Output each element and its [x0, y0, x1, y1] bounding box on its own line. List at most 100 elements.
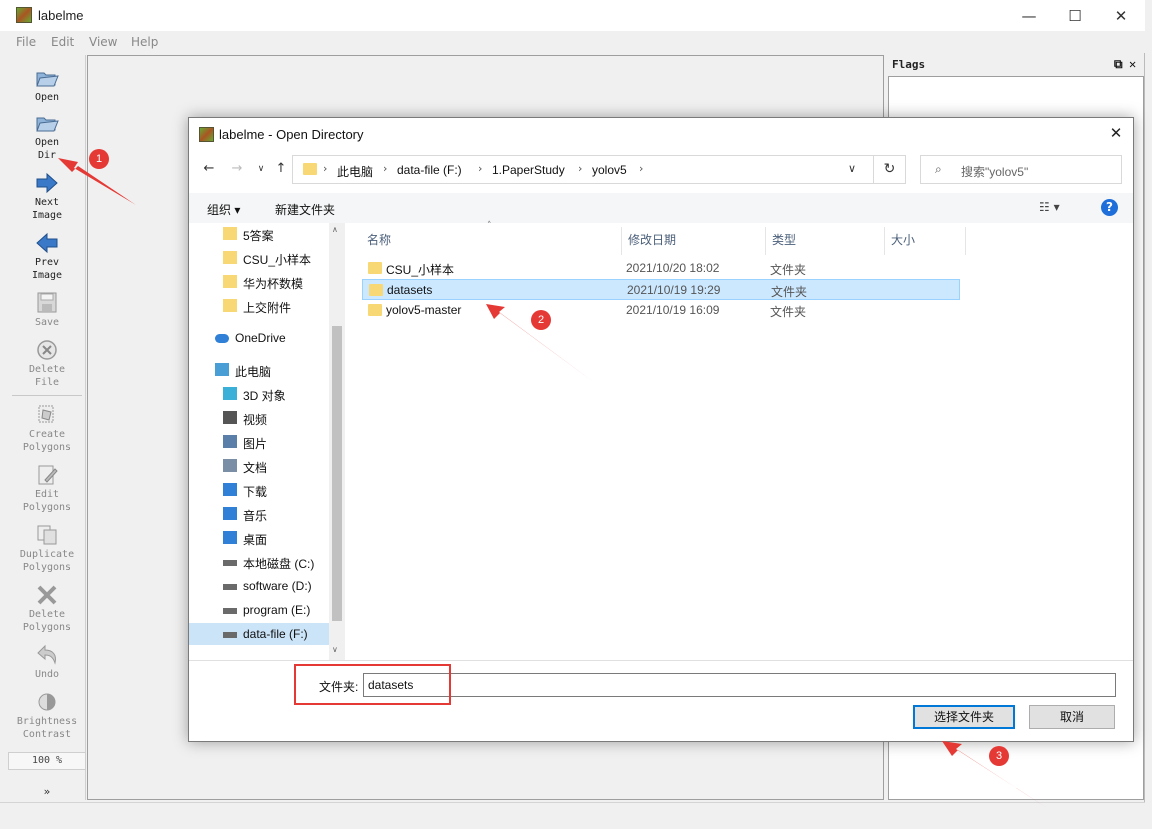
nav-item[interactable]: software (D:): [189, 575, 329, 597]
next-image-button[interactable]: Next Image: [8, 172, 86, 222]
dock-float-button[interactable]: ⧉: [1114, 57, 1123, 72]
nav-item-label: 图片: [243, 437, 268, 451]
folder-name-input[interactable]: datasets: [363, 673, 1116, 697]
dialog-close-button[interactable]: ✕: [1105, 124, 1127, 146]
menu-edit[interactable]: Edit: [51, 35, 74, 49]
column-header-date[interactable]: 修改日期: [628, 231, 676, 248]
annotation-badge-1: 1: [89, 149, 109, 169]
nav-item-label: 华为杯数模: [243, 277, 304, 291]
file-row[interactable]: CSU_小样本 2021/10/20 18:02 文件夹: [362, 258, 960, 279]
nav-item[interactable]: 图片: [189, 431, 329, 453]
nav-item-label: 5答案: [243, 229, 274, 243]
breadcrumb-separator-icon: ›: [478, 162, 483, 175]
flags-title: Flags: [892, 58, 926, 71]
organize-button[interactable]: 组织 ▾: [207, 201, 240, 218]
delete-file-button[interactable]: Delete File: [8, 339, 86, 389]
nav-item[interactable]: 3D 对象: [189, 383, 329, 405]
open-button[interactable]: Open: [8, 67, 86, 104]
up-arrow-icon[interactable]: ↑: [271, 161, 291, 181]
nav-item[interactable]: 下载: [189, 479, 329, 501]
nav-item-label: 桌面: [243, 533, 268, 547]
view-options-icon[interactable]: ☷ ▾: [1039, 200, 1060, 214]
zoom-level-field[interactable]: 100 %: [8, 752, 86, 770]
scrollbar-thumb[interactable]: [332, 326, 342, 621]
nav-item[interactable]: 桌面: [189, 527, 329, 549]
brightness-contrast-button[interactable]: Brightness Contrast: [8, 691, 86, 741]
nav-item[interactable]: 5答案: [189, 223, 329, 245]
menu-view[interactable]: View: [89, 35, 117, 49]
prev-image-button[interactable]: Prev Image: [8, 232, 86, 282]
cancel-button[interactable]: 取消: [1029, 705, 1115, 729]
delete-polygons-label-2: Polygons: [22, 622, 72, 633]
toolbar-extension-button[interactable]: »: [8, 785, 86, 798]
breadcrumb-paperstudy[interactable]: 1.PaperStudy: [492, 163, 565, 177]
menu-help[interactable]: Help: [131, 35, 158, 49]
save-button[interactable]: Save: [8, 292, 86, 329]
divider: [189, 660, 1133, 661]
create-polygons-button[interactable]: Create Polygons: [8, 404, 86, 454]
new-folder-button[interactable]: 新建文件夹: [275, 201, 335, 218]
menu-bar: File Edit View Help: [0, 31, 1145, 53]
download-icon: [223, 483, 237, 496]
navigation-scrollbar[interactable]: ∧ ∨: [329, 223, 345, 660]
scroll-down-icon[interactable]: ∨: [332, 645, 338, 654]
delete-icon: [37, 585, 57, 605]
breadcrumb-this-pc[interactable]: 此电脑: [337, 163, 373, 180]
computer-icon: [215, 363, 229, 376]
nav-item[interactable]: 华为杯数模: [189, 271, 329, 293]
undo-icon: [37, 644, 56, 665]
duplicate-polygons-label-2: Polygons: [22, 562, 72, 573]
drive-icon: [223, 608, 237, 614]
folder-open-icon: [36, 72, 59, 87]
edit-polygons-button[interactable]: Edit Polygons: [8, 464, 86, 514]
nav-item[interactable]: CSU_小样本: [189, 247, 329, 269]
breadcrumb-drive[interactable]: data-file (F:): [397, 163, 462, 177]
duplicate-polygons-button[interactable]: Duplicate Polygons: [8, 524, 86, 574]
nav-item-label: 3D 对象: [243, 389, 286, 403]
dock-close-button[interactable]: ✕: [1129, 57, 1136, 71]
nav-item[interactable]: data-file (F:): [189, 623, 329, 645]
undo-button[interactable]: Undo: [8, 644, 86, 681]
nav-item[interactable]: program (E:): [189, 599, 329, 621]
nav-item[interactable]: 音乐: [189, 503, 329, 525]
folder-icon: [368, 304, 382, 316]
delete-polygons-button[interactable]: Delete Polygons: [8, 584, 86, 634]
select-folder-button[interactable]: 选择文件夹: [913, 705, 1015, 729]
nav-item[interactable]: 视频: [189, 407, 329, 429]
column-header-type[interactable]: 类型: [772, 231, 796, 248]
column-header-name[interactable]: 名称: [367, 231, 391, 248]
maximize-button[interactable]: ☐: [1052, 0, 1098, 31]
file-row-selected[interactable]: datasets 2021/10/19 19:29 文件夹: [362, 279, 960, 300]
nav-item[interactable]: 本地磁盘 (C:): [189, 551, 329, 573]
refresh-icon[interactable]: ↻: [874, 155, 906, 184]
nav-item[interactable]: 此电脑: [189, 359, 329, 381]
nav-item[interactable]: 上交附件: [189, 295, 329, 317]
search-input[interactable]: ⌕ 搜索"yolov5": [920, 155, 1122, 184]
address-bar[interactable]: › 此电脑 › data-file (F:) › 1.PaperStudy › …: [292, 155, 874, 184]
nav-item-label: data-file (F:): [243, 627, 308, 641]
nav-item[interactable]: OneDrive: [189, 327, 329, 349]
video-icon: [223, 411, 237, 424]
app-title: labelme: [38, 8, 84, 23]
column-header-size[interactable]: 大小: [891, 231, 915, 248]
recent-locations-chevron-icon[interactable]: ∨: [251, 164, 271, 184]
help-icon[interactable]: ?: [1101, 199, 1118, 216]
arrow-right-icon: [36, 172, 58, 194]
back-arrow-icon[interactable]: ←: [199, 161, 219, 181]
music-icon: [223, 507, 237, 520]
scroll-up-icon[interactable]: ∧: [332, 225, 338, 234]
minimize-button[interactable]: —: [1006, 0, 1052, 31]
forward-arrow-icon[interactable]: →: [227, 161, 247, 181]
brightness-icon: [38, 693, 56, 711]
column-divider: [765, 227, 766, 255]
nav-item[interactable]: 文档: [189, 455, 329, 477]
file-row[interactable]: yolov5-master 2021/10/19 16:09 文件夹: [362, 300, 960, 321]
menu-file[interactable]: File: [16, 35, 36, 49]
chevron-down-icon[interactable]: ∨: [848, 162, 856, 175]
open-dir-button[interactable]: Open Dir: [8, 112, 86, 162]
breadcrumb-separator-icon: ›: [578, 162, 583, 175]
breadcrumb-yolov5[interactable]: yolov5: [592, 163, 627, 177]
desktop-icon: [223, 531, 237, 544]
tool-bar: Open Open Dir Next Image Prev Image Save…: [8, 55, 86, 800]
close-window-button[interactable]: ✕: [1098, 0, 1144, 31]
